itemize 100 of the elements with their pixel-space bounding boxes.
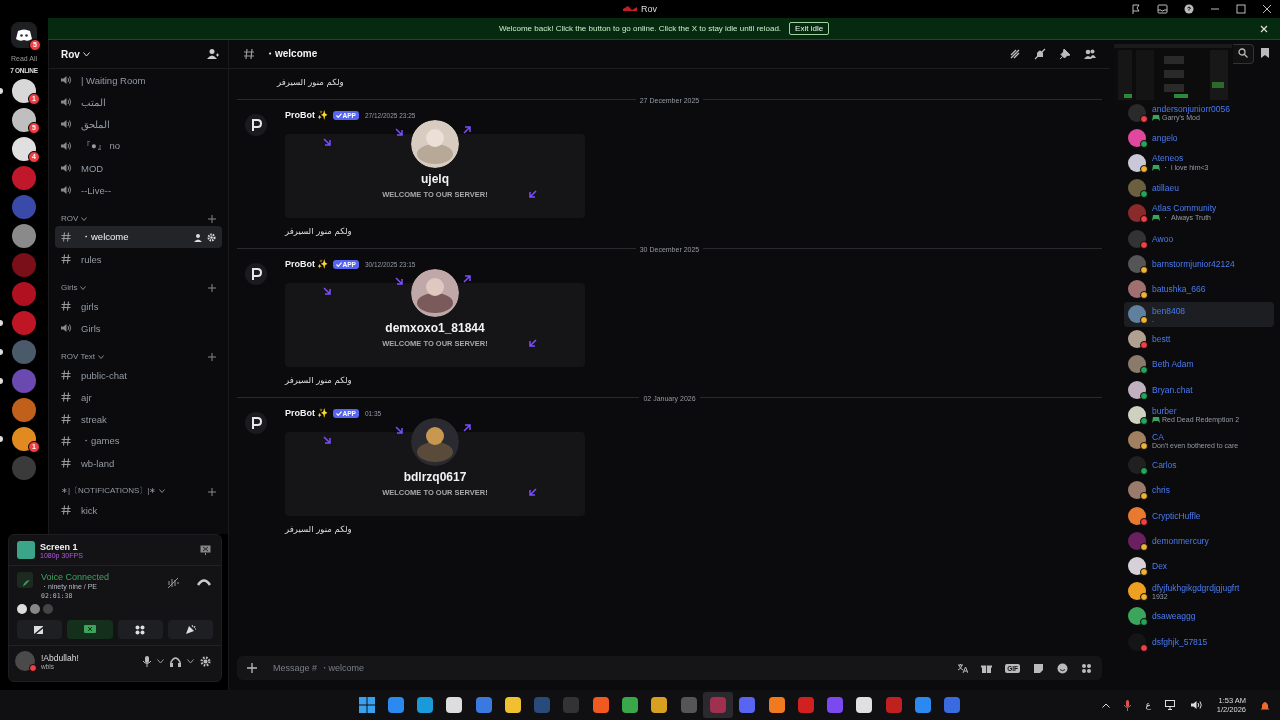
noise-suppression-icon[interactable]: [167, 577, 179, 589]
plus-icon[interactable]: [208, 215, 216, 223]
pin-icon[interactable]: [1059, 48, 1071, 60]
disconnect-icon[interactable]: [197, 578, 211, 586]
add-friend-icon[interactable]: [207, 48, 219, 60]
category-name[interactable]: ROV: [61, 214, 79, 223]
soundboard-button[interactable]: [167, 620, 213, 639]
member-item[interactable]: angelo: [1124, 125, 1274, 151]
bot-avatar[interactable]: [245, 114, 267, 136]
member-item[interactable]: batushka_666: [1124, 276, 1274, 302]
member-item[interactable]: CrypticHuffle: [1124, 503, 1274, 529]
channel-item[interactable]: ・welcome: [55, 226, 222, 248]
channel-item[interactable]: streak: [55, 408, 222, 430]
category-name[interactable]: ∗|〔NOTIFICATIONS〕|∗: [61, 485, 157, 496]
server-icon[interactable]: [12, 108, 36, 132]
start-icon[interactable]: [359, 697, 375, 713]
member-item[interactable]: Dex: [1124, 553, 1274, 579]
inbox-icon[interactable]: [1157, 4, 1168, 14]
chevron-icon[interactable]: [187, 658, 194, 664]
bot-avatar[interactable]: [245, 412, 267, 434]
close-icon[interactable]: [1262, 4, 1272, 14]
member-item[interactable]: Beth Adam: [1124, 351, 1274, 378]
plus-icon[interactable]: [208, 488, 216, 496]
mute-bell-icon[interactable]: [1034, 48, 1046, 60]
search-field[interactable]: [1233, 44, 1254, 64]
member-item[interactable]: dsfghjk_57815: [1124, 628, 1274, 655]
message-text: ولكم منور السيرفر: [277, 77, 344, 87]
bot-avatar[interactable]: [245, 263, 267, 285]
activities-button[interactable]: [117, 620, 163, 639]
server-icon[interactable]: [12, 224, 36, 248]
author-name[interactable]: ProBot ✨: [285, 408, 329, 418]
voice-channel-item[interactable]: 『●』 no: [55, 135, 222, 157]
plus-icon[interactable]: [208, 353, 216, 361]
speaker-icon: [61, 163, 71, 173]
author-name[interactable]: ProBot ✨: [285, 110, 329, 120]
voice-channel-item[interactable]: MOD: [55, 157, 222, 179]
search-icon[interactable]: [1238, 48, 1248, 58]
voice-channel-item[interactable]: المتب: [55, 91, 222, 113]
microphone-icon[interactable]: [143, 655, 151, 667]
voice-channel-item[interactable]: | Waiting Room: [55, 69, 222, 91]
avatar: [1128, 229, 1146, 248]
channel-item[interactable]: girls: [55, 295, 222, 317]
chevron-icon[interactable]: [157, 658, 164, 664]
exit-idle-button[interactable]: Exit idle: [789, 22, 830, 35]
gift-icon[interactable]: [981, 662, 993, 674]
threads-icon[interactable]: [1009, 48, 1021, 60]
member-item[interactable]: dsaweaggg: [1124, 603, 1274, 629]
channel-item[interactable]: public-chat: [55, 364, 222, 386]
channel-item[interactable]: kick: [55, 499, 222, 521]
help-icon[interactable]: [1184, 4, 1194, 14]
stop-stream-icon[interactable]: [200, 545, 211, 555]
channel-item[interactable]: ajr: [55, 386, 222, 408]
input-language[interactable]: ع: [1145, 700, 1151, 710]
author-name[interactable]: ProBot ✨: [285, 259, 329, 269]
bell-icon[interactable]: [1260, 699, 1270, 711]
network-icon[interactable]: [1164, 700, 1177, 710]
apps-icon[interactable]: [1081, 662, 1092, 674]
member-item[interactable]: barnstormjunior42124: [1124, 251, 1274, 277]
flag-icon[interactable]: [1131, 4, 1141, 14]
avatar[interactable]: [15, 651, 35, 671]
voice-channel-item[interactable]: --Live--: [55, 179, 222, 201]
category-name[interactable]: ROV Text: [61, 352, 96, 361]
member-item[interactable]: Awoo: [1124, 225, 1274, 252]
plus-icon[interactable]: [208, 284, 216, 292]
translate-icon[interactable]: [957, 662, 969, 674]
category-name[interactable]: Girls: [61, 283, 78, 292]
voice-channel-item[interactable]: Girls: [55, 317, 222, 339]
member-name: batushka_666: [1152, 283, 1206, 294]
members-icon[interactable]: [1084, 48, 1096, 60]
emoji-icon[interactable]: [1057, 662, 1068, 674]
member-item[interactable]: atillaeu: [1124, 175, 1274, 201]
channel-item[interactable]: ・games: [55, 430, 222, 452]
screen-share-button[interactable]: [67, 620, 113, 639]
hash-icon: [61, 414, 71, 424]
microphone-icon[interactable]: [1124, 699, 1132, 711]
channel-item[interactable]: wb-land: [55, 452, 222, 474]
member-item[interactable]: bestt: [1124, 326, 1274, 352]
settings-icon[interactable]: [200, 655, 211, 667]
settings-icon[interactable]: [207, 232, 216, 242]
avatar: [1128, 254, 1146, 273]
camera-off-button[interactable]: [17, 620, 63, 639]
invite-icon[interactable]: [194, 232, 203, 242]
bookmark-icon[interactable]: [1260, 47, 1270, 59]
member-item[interactable]: chris: [1124, 477, 1274, 503]
chevron-up-icon[interactable]: [1102, 702, 1111, 708]
headphones-icon[interactable]: [170, 655, 181, 667]
voice-channel-item[interactable]: الملحق: [55, 113, 222, 135]
member-item[interactable]: Carlos: [1124, 452, 1274, 478]
server-icon[interactable]: [12, 79, 36, 103]
close-icon[interactable]: [1260, 25, 1268, 33]
plus-icon[interactable]: [247, 663, 257, 673]
channel-item[interactable]: rules: [55, 248, 222, 270]
member-item[interactable]: demonmercury: [1124, 528, 1274, 554]
member-item[interactable]: Bryan.chat: [1124, 377, 1274, 403]
server-icon[interactable]: [12, 137, 36, 161]
volume-icon[interactable]: [1190, 700, 1203, 710]
server-icon[interactable]: [12, 427, 36, 451]
sticker-icon[interactable]: [1033, 662, 1044, 674]
server-name[interactable]: Rov: [61, 48, 80, 60]
maximize-icon[interactable]: [1236, 4, 1246, 14]
